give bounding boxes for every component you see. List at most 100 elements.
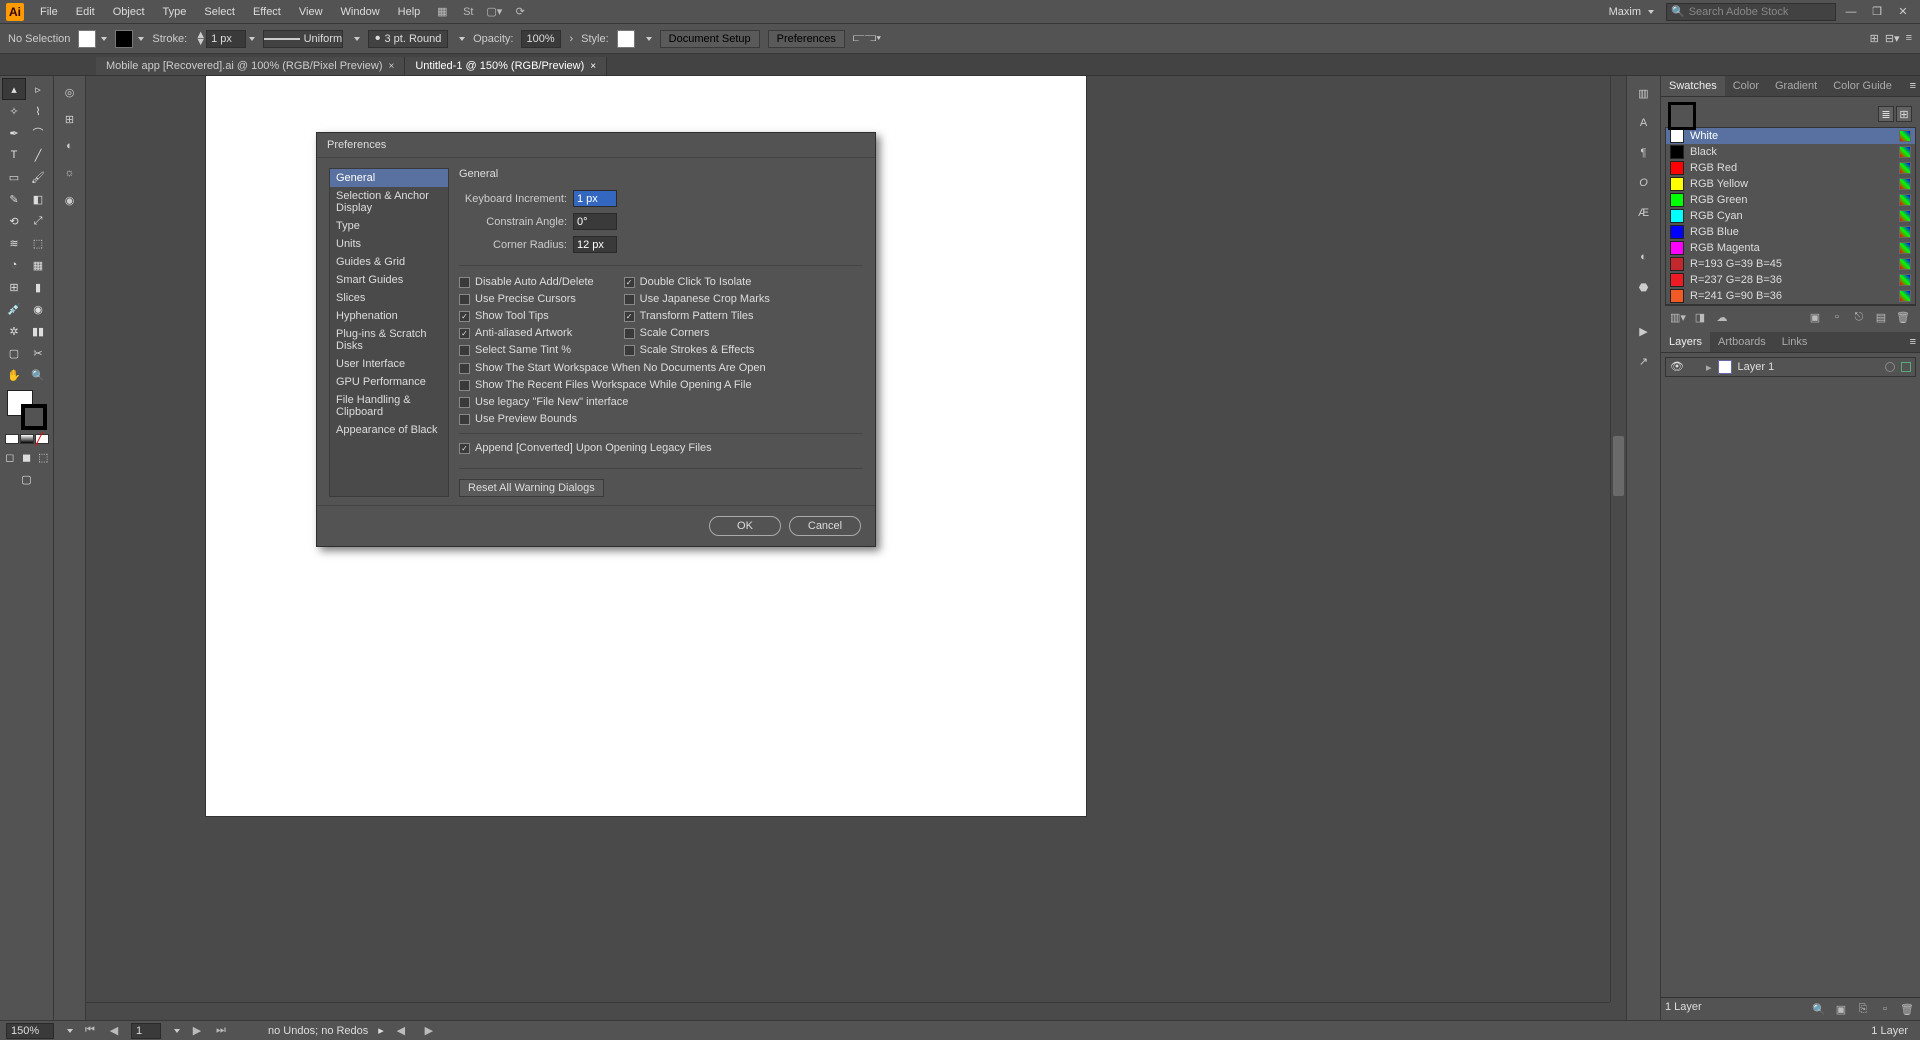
- fill-swatch[interactable]: [78, 30, 96, 48]
- align-panel-icon[interactable]: ⊞: [56, 106, 84, 132]
- first-artboard-button[interactable]: ⏮: [83, 1024, 97, 1038]
- cancel-button[interactable]: Cancel: [789, 516, 861, 536]
- appearance-icon[interactable]: ◐: [1631, 244, 1657, 270]
- play-icon[interactable]: ▶: [1631, 318, 1657, 344]
- workspace-switcher[interactable]: Maxim: [1599, 4, 1664, 20]
- shape-builder-tool[interactable]: ◔: [2, 254, 26, 276]
- character-icon[interactable]: A: [1631, 110, 1657, 136]
- preferences-button[interactable]: Preferences: [768, 30, 845, 48]
- swatch-row[interactable]: White: [1666, 128, 1915, 144]
- hand-tool[interactable]: ✋: [2, 364, 26, 386]
- layer-row[interactable]: 👁 ▸ Layer 1: [1665, 357, 1916, 377]
- opentype-icon[interactable]: O: [1631, 170, 1657, 196]
- menu-select[interactable]: Select: [196, 3, 243, 21]
- swatch-libraries-menu-icon[interactable]: ▥▾: [1669, 309, 1687, 325]
- stroke-box[interactable]: [21, 404, 47, 430]
- menu-object[interactable]: Object: [105, 3, 153, 21]
- vertical-scrollbar[interactable]: [1610, 76, 1626, 1002]
- active-fill-stroke-icon[interactable]: [1669, 103, 1691, 125]
- fill-stroke-indicator[interactable]: [7, 390, 47, 430]
- color-mode-icon[interactable]: [5, 434, 19, 444]
- preferences-category-item[interactable]: User Interface: [330, 355, 448, 373]
- swatch-row[interactable]: R=237 G=28 B=36: [1666, 272, 1915, 288]
- line-segment-tool[interactable]: ╱: [26, 144, 50, 166]
- tab-color-guide[interactable]: Color Guide: [1825, 76, 1900, 96]
- stroke-weight-dropdown[interactable]: [249, 37, 255, 41]
- selection-tool[interactable]: ▴: [2, 78, 26, 100]
- type-tool[interactable]: T: [2, 144, 26, 166]
- glyphs-icon[interactable]: Æ: [1631, 200, 1657, 226]
- tab-close-icon[interactable]: ×: [389, 61, 395, 72]
- grid-view-icon[interactable]: ⊞: [1896, 106, 1912, 122]
- preference-checkbox[interactable]: Anti-aliased Artwork: [459, 327, 594, 339]
- rectangle-tool[interactable]: ▭: [2, 166, 26, 188]
- graphic-styles-icon[interactable]: ⬣: [1631, 274, 1657, 300]
- show-swatch-kinds-icon[interactable]: ◨: [1691, 309, 1709, 325]
- preference-checkbox[interactable]: Use Japanese Crop Marks: [624, 293, 770, 305]
- lasso-tool[interactable]: ⌇: [26, 100, 50, 122]
- preference-checkbox[interactable]: Show Tool Tips: [459, 310, 594, 322]
- make-clipping-mask-icon[interactable]: ▣: [1832, 1001, 1850, 1017]
- stock-icon[interactable]: St: [458, 3, 478, 21]
- menu-window[interactable]: Window: [333, 3, 388, 21]
- swatch-row[interactable]: RGB Yellow: [1666, 176, 1915, 192]
- preferences-category-item[interactable]: Units: [330, 235, 448, 253]
- none-mode-icon[interactable]: ╱: [35, 434, 49, 444]
- visibility-toggle-icon[interactable]: 👁: [1670, 360, 1684, 374]
- preferences-category-list[interactable]: GeneralSelection & Anchor DisplayTypeUni…: [329, 168, 449, 497]
- bridge-icon[interactable]: ▦: [432, 3, 452, 21]
- scale-tool[interactable]: ⤢: [26, 210, 50, 232]
- swatches-list[interactable]: WhiteBlackRGB RedRGB YellowRGB GreenRGB …: [1665, 127, 1916, 305]
- artboard-tool[interactable]: ▢: [2, 342, 26, 364]
- preferences-category-item[interactable]: Type: [330, 217, 448, 235]
- preferences-category-item[interactable]: GPU Performance: [330, 373, 448, 391]
- arrange-docs-icon[interactable]: ▢▾: [484, 3, 504, 21]
- reset-warnings-button[interactable]: Reset All Warning Dialogs: [459, 479, 604, 497]
- swatch-options-icon[interactable]: ☁: [1713, 309, 1731, 325]
- opacity-input[interactable]: [521, 30, 561, 48]
- prev-artboard-button[interactable]: ◀: [107, 1024, 121, 1038]
- rotate-tool[interactable]: ⟲: [2, 210, 26, 232]
- options-bar-toggle-icon[interactable]: ⊟▾: [1885, 32, 1900, 45]
- swatch-row[interactable]: RGB Magenta: [1666, 240, 1915, 256]
- search-adobe-stock-input[interactable]: 🔍 Search Adobe Stock: [1666, 3, 1836, 21]
- window-restore-button[interactable]: ❐: [1866, 3, 1888, 21]
- magic-wand-tool[interactable]: ✧: [2, 100, 26, 122]
- gradient-mode-icon[interactable]: [20, 434, 34, 444]
- preference-checkbox[interactable]: Use Precise Cursors: [459, 293, 594, 305]
- next-artboard-button[interactable]: ▶: [190, 1024, 204, 1038]
- align-icon[interactable]: ⫍⫎▾: [853, 32, 881, 45]
- window-minimize-button[interactable]: —: [1840, 3, 1862, 21]
- gpu-icon[interactable]: ⟳: [510, 3, 530, 21]
- perspective-grid-tool[interactable]: ▦: [26, 254, 50, 276]
- preferences-category-item[interactable]: Slices: [330, 289, 448, 307]
- window-close-button[interactable]: ✕: [1892, 3, 1914, 21]
- swatch-row[interactable]: R=241 G=90 B=36: [1666, 288, 1915, 304]
- create-sublayer-icon[interactable]: ⎘: [1854, 1001, 1872, 1017]
- artboard-number-input[interactable]: 1: [131, 1023, 161, 1039]
- brushes-icon[interactable]: ☼: [56, 160, 84, 186]
- variable-width-profile[interactable]: Uniform: [263, 30, 343, 48]
- symbol-sprayer-tool[interactable]: ✲: [2, 320, 26, 342]
- document-tab[interactable]: Untitled-1 @ 150% (RGB/Preview) ×: [405, 57, 607, 75]
- horizontal-scrollbar[interactable]: [86, 1002, 1610, 1020]
- panel-menu-icon[interactable]: ≡: [1906, 76, 1920, 96]
- hscroll-right-button[interactable]: ▶: [422, 1024, 436, 1038]
- export-icon[interactable]: ↗: [1631, 348, 1657, 374]
- append-converted-checkbox[interactable]: Append [Converted] Upon Opening Legacy F…: [459, 442, 863, 454]
- preference-checkbox[interactable]: Show The Recent Files Workspace While Op…: [459, 379, 863, 391]
- status-menu-icon[interactable]: ▸: [378, 1024, 384, 1037]
- preferences-category-item[interactable]: Hyphenation: [330, 307, 448, 325]
- tab-artboards[interactable]: Artboards: [1710, 332, 1774, 352]
- tab-color[interactable]: Color: [1725, 76, 1767, 96]
- preferences-category-item[interactable]: Smart Guides: [330, 271, 448, 289]
- graphic-style-swatch[interactable]: [617, 30, 635, 48]
- new-layer-icon[interactable]: ▫: [1876, 1001, 1894, 1017]
- preferences-category-item[interactable]: General: [330, 169, 448, 187]
- target-icon[interactable]: [1885, 362, 1895, 372]
- locate-object-icon[interactable]: 🔍: [1810, 1001, 1828, 1017]
- last-artboard-button[interactable]: ⏭: [214, 1024, 228, 1038]
- eraser-tool[interactable]: ◧: [26, 188, 50, 210]
- swatch-row[interactable]: RGB Green: [1666, 192, 1915, 208]
- brush-definition[interactable]: •3 pt. Round: [368, 30, 448, 48]
